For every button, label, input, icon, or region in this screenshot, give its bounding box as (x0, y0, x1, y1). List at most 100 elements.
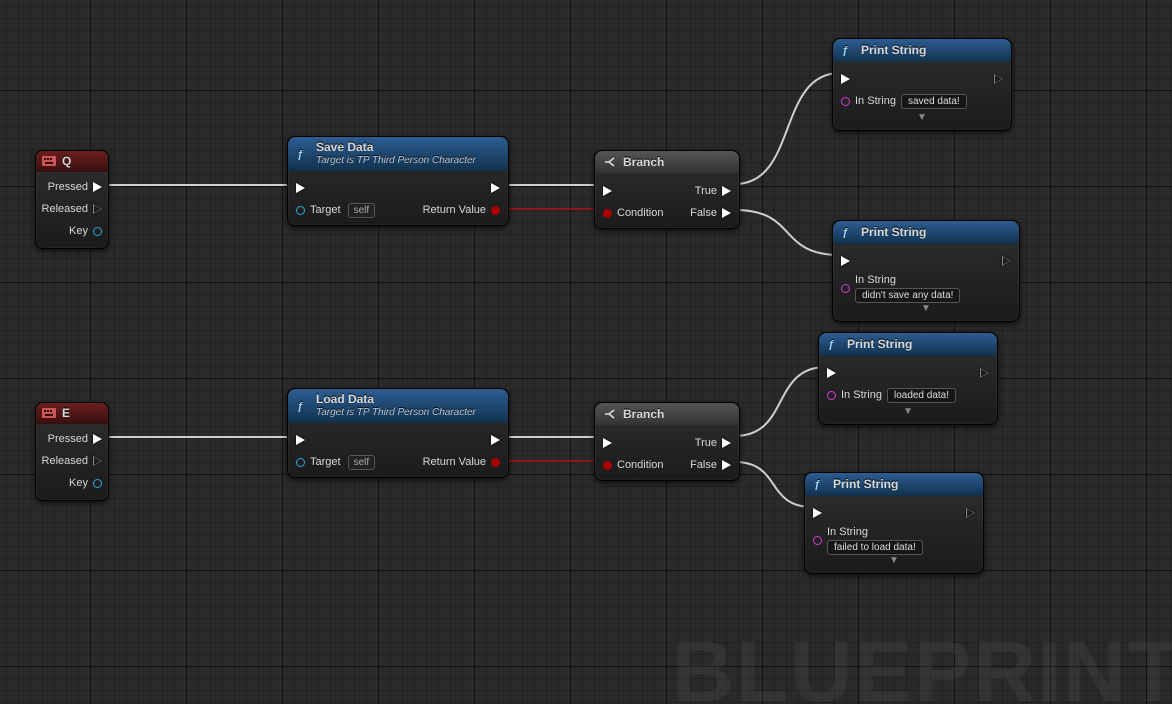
exec-out[interactable] (491, 435, 500, 445)
exec-in[interactable] (296, 183, 305, 193)
pin-label-pressed: Pressed (48, 181, 88, 193)
pin-in-string[interactable] (841, 284, 850, 293)
pin-condition[interactable] (603, 461, 612, 470)
node-input-e[interactable]: E Pressed Released Key (35, 402, 109, 501)
node-load-data[interactable]: ƒ Load Data Target is TP Third Person Ch… (287, 388, 509, 478)
pin-label-return: Return Value (423, 456, 486, 468)
expand-toggle[interactable]: ▼ (841, 303, 1011, 317)
svg-text:ƒ: ƒ (297, 401, 303, 412)
node-header[interactable]: ƒ Print String (833, 221, 1019, 244)
node-save-data[interactable]: ƒ Save Data Target is TP Third Person Ch… (287, 136, 509, 226)
node-header[interactable]: ƒ Load Data Target is TP Third Person Ch… (288, 389, 508, 423)
in-string-value[interactable]: didn't save any data! (855, 288, 960, 303)
exec-out-true[interactable] (722, 438, 731, 448)
in-string-value[interactable]: loaded data! (887, 388, 956, 403)
node-header[interactable]: Q (36, 151, 108, 172)
node-title: Q (62, 154, 71, 168)
node-print-4[interactable]: ƒ Print String In String failed to load … (804, 472, 984, 574)
node-header[interactable]: Branch (595, 151, 739, 174)
keyboard-icon (42, 406, 56, 420)
exec-in[interactable] (827, 368, 836, 378)
node-title: Print String (847, 337, 912, 351)
expand-toggle[interactable]: ▼ (841, 112, 1003, 126)
node-title: Print String (861, 225, 926, 239)
node-header[interactable]: E (36, 403, 108, 424)
exec-in[interactable] (296, 435, 305, 445)
exec-in[interactable] (813, 508, 822, 518)
keyboard-icon (42, 154, 56, 168)
node-title: Print String (861, 43, 926, 57)
data-out-key[interactable] (93, 479, 102, 488)
function-icon: ƒ (296, 147, 310, 161)
pin-label-false: False (690, 459, 717, 471)
node-header[interactable]: ƒ Print String (833, 39, 1011, 62)
node-branch-1[interactable]: Branch True Condition False (594, 150, 740, 229)
function-icon: ƒ (827, 337, 841, 351)
exec-in[interactable] (603, 438, 612, 448)
node-header[interactable]: Branch (595, 403, 739, 426)
self-tag[interactable]: self (348, 455, 376, 470)
node-header[interactable]: ƒ Print String (819, 333, 997, 356)
exec-out[interactable] (994, 74, 1003, 84)
exec-out-pressed[interactable] (93, 182, 102, 192)
node-print-2[interactable]: ƒ Print String In String didn't save any… (832, 220, 1020, 322)
exec-out[interactable] (966, 508, 975, 518)
expand-toggle[interactable]: ▼ (827, 406, 989, 420)
node-title: Save Data (316, 141, 476, 154)
exec-in[interactable] (841, 256, 850, 266)
pin-label-key: Key (69, 477, 88, 489)
node-title: Load Data (316, 393, 476, 406)
pin-condition[interactable] (603, 209, 612, 218)
exec-out-true[interactable] (722, 186, 731, 196)
function-icon: ƒ (841, 225, 855, 239)
node-header[interactable]: ƒ Save Data Target is TP Third Person Ch… (288, 137, 508, 171)
branch-icon (603, 155, 617, 169)
self-tag[interactable]: self (348, 203, 376, 218)
pin-label-target: Target (310, 456, 341, 468)
pin-label-instring: In String (827, 526, 923, 538)
exec-out[interactable] (491, 183, 500, 193)
exec-out[interactable] (980, 368, 989, 378)
node-branch-2[interactable]: Branch True Condition False (594, 402, 740, 481)
function-icon: ƒ (841, 43, 855, 57)
node-print-1[interactable]: ƒ Print String In String saved data! ▼ (832, 38, 1012, 131)
exec-out-released[interactable] (93, 456, 102, 466)
in-string-value[interactable]: saved data! (901, 94, 967, 109)
pin-target[interactable] (296, 206, 305, 215)
exec-out-false[interactable] (722, 208, 731, 218)
exec-out-pressed[interactable] (93, 434, 102, 444)
pin-in-string[interactable] (827, 391, 836, 400)
node-header[interactable]: ƒ Print String (805, 473, 983, 496)
pin-return[interactable] (491, 206, 500, 215)
pin-label-instring: In String (855, 95, 896, 107)
function-icon: ƒ (813, 477, 827, 491)
exec-out-released[interactable] (93, 204, 102, 214)
pin-target[interactable] (296, 458, 305, 467)
svg-text:ƒ: ƒ (828, 339, 834, 350)
node-print-3[interactable]: ƒ Print String In String loaded data! ▼ (818, 332, 998, 425)
pin-label-cond: Condition (617, 207, 663, 219)
pin-label-false: False (690, 207, 717, 219)
node-title: Branch (623, 155, 664, 169)
exec-in[interactable] (841, 74, 850, 84)
pin-return[interactable] (491, 458, 500, 467)
function-icon: ƒ (296, 399, 310, 413)
expand-toggle[interactable]: ▼ (813, 555, 975, 569)
pin-label-instring: In String (855, 274, 960, 286)
pin-label-return: Return Value (423, 204, 486, 216)
in-string-value[interactable]: failed to load data! (827, 540, 923, 555)
pin-in-string[interactable] (841, 97, 850, 106)
pin-label-target: Target (310, 204, 341, 216)
exec-out[interactable] (1002, 256, 1011, 266)
pin-in-string[interactable] (813, 536, 822, 545)
watermark: BLUEPRINT (672, 623, 1172, 704)
node-subtitle: Target is TP Third Person Character (316, 155, 476, 166)
exec-in[interactable] (603, 186, 612, 196)
exec-out-false[interactable] (722, 460, 731, 470)
pin-label-true: True (695, 437, 717, 449)
pin-label-cond: Condition (617, 459, 663, 471)
svg-text:ƒ: ƒ (842, 45, 848, 56)
data-out-key[interactable] (93, 227, 102, 236)
node-title: E (62, 406, 70, 420)
node-input-q[interactable]: Q Pressed Released Key (35, 150, 109, 249)
